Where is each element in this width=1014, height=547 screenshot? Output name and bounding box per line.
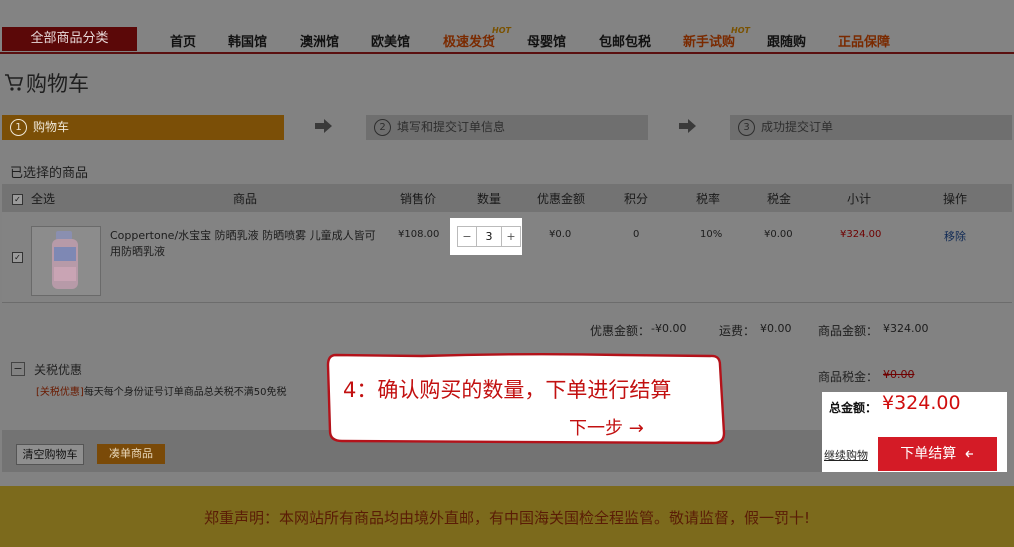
header-discount: 优惠金额 [537, 192, 586, 206]
cart-icon [5, 74, 24, 91]
goods-tax-value: ¥0.00 [883, 368, 915, 381]
tariff-discount-title: 关税优惠 [34, 363, 83, 377]
header-actions: 操作 [943, 192, 968, 206]
goods-amount-value: ¥324.00 [883, 322, 929, 335]
callout-instruction: 4：确认购买的数量，下单进行结算 [343, 378, 672, 402]
total-label: 总金额： [829, 401, 878, 415]
quantity-stepper: − 3 + [457, 226, 521, 247]
nav-euro-us[interactable]: 欧美馆 [371, 31, 410, 50]
hot-badge: HOT [492, 26, 511, 35]
discount-label: 优惠金额： [590, 324, 651, 338]
total-value: ¥324.00 [882, 392, 961, 414]
quantity-decrement-button[interactable]: − [458, 227, 476, 246]
step-cart: 1 购物车 [2, 115, 284, 140]
product-name-link[interactable]: Coppertone/水宝宝 防晒乳液 防晒喷雾 儿童成人皆可用防晒乳液 [110, 228, 378, 260]
nav-underline [0, 52, 1014, 54]
shipping-label: 运费： [719, 324, 756, 338]
step-label: 购物车 [33, 120, 70, 134]
item-discount: ¥0.0 [549, 229, 572, 240]
continue-shopping-link[interactable]: 继续购物 [824, 447, 868, 463]
nav-maternity[interactable]: 母婴馆 [527, 31, 566, 50]
collapse-toggle[interactable]: − [11, 362, 25, 376]
goods-amount-label: 商品金额： [818, 324, 879, 338]
nav-authentic[interactable]: 正品保障 [838, 31, 890, 50]
header-quantity: 数量 [477, 192, 502, 206]
quantity-increment-button[interactable]: + [502, 227, 520, 246]
shipping-value: ¥0.00 [760, 322, 792, 335]
step-number: 2 [374, 119, 391, 136]
select-all-checkbox[interactable]: ✓ [12, 194, 23, 205]
nav-trial[interactable]: 新手试购 [683, 31, 735, 50]
nav-follow-buy[interactable]: 跟随购 [767, 31, 806, 50]
callout-next-step: 下一步 → [569, 418, 644, 439]
all-categories-button[interactable]: 全部商品分类 [2, 27, 137, 51]
product-image[interactable] [31, 226, 101, 296]
header-tax: 税金 [767, 192, 792, 206]
nav-australia[interactable]: 澳洲馆 [300, 31, 339, 50]
tariff-note-text: 每天每个身份证号订单商品总关税不满50免税 [83, 387, 287, 398]
arrow-right-icon [315, 119, 332, 133]
item-tax-rate: 10% [700, 229, 723, 240]
item-tax: ¥0.00 [764, 229, 793, 240]
header-select-all[interactable]: 全选 [31, 190, 55, 207]
arrow-right-icon [679, 119, 696, 133]
header-product: 商品 [233, 192, 258, 206]
nav-korea[interactable]: 韩国馆 [228, 31, 267, 50]
page-title: 购物车 [26, 72, 89, 96]
submit-order-button[interactable]: 下单结算 [878, 437, 997, 471]
nav-free-shipping[interactable]: 包邮包税 [599, 31, 651, 50]
quantity-input[interactable]: 3 [476, 227, 502, 246]
footer-notice: 郑重声明：本网站所有商品均由境外直邮，有中国海关国检全程监管。敬请监督，假一罚十… [203, 509, 811, 527]
tariff-discount-note: [关税优惠]每天每个身份证号订单商品总关税不满50免税 [36, 383, 287, 398]
merge-items-button[interactable]: 凑单商品 [97, 444, 165, 464]
step-label: 填写和提交订单信息 [397, 120, 506, 134]
discount-value: -¥0.00 [651, 322, 687, 335]
sunscreen-bottle-icon [52, 231, 78, 289]
remove-link[interactable]: 移除 [944, 228, 966, 244]
header-points: 积分 [624, 192, 649, 206]
submit-order-label: 下单结算 [900, 446, 957, 462]
header-subtotal: 小计 [847, 192, 872, 206]
item-price: ¥108.00 [398, 229, 440, 240]
step-order-success: 3 成功提交订单 [730, 115, 1012, 140]
goods-tax-label: 商品税金： [818, 370, 879, 384]
enter-arrow-icon [965, 450, 973, 458]
tariff-tag: [关税优惠] [36, 387, 84, 398]
clear-cart-button[interactable]: 清空购物车 [16, 444, 84, 465]
nav-home[interactable]: 首页 [170, 31, 196, 50]
hot-badge: HOT [731, 26, 750, 35]
header-tax-rate: 税率 [696, 192, 721, 206]
selected-items-title: 已选择的商品 [10, 166, 89, 181]
step-label: 成功提交订单 [761, 120, 834, 134]
header-price: 销售价 [400, 192, 437, 206]
step-number: 3 [738, 119, 755, 136]
item-subtotal: ¥324.00 [840, 229, 882, 240]
step-number: 1 [10, 119, 27, 136]
nav-fast-delivery[interactable]: 极速发货 [443, 31, 495, 50]
item-checkbox[interactable]: ✓ [12, 252, 23, 263]
item-points: 0 [633, 229, 640, 240]
step-fill-order: 2 填写和提交订单信息 [366, 115, 648, 140]
